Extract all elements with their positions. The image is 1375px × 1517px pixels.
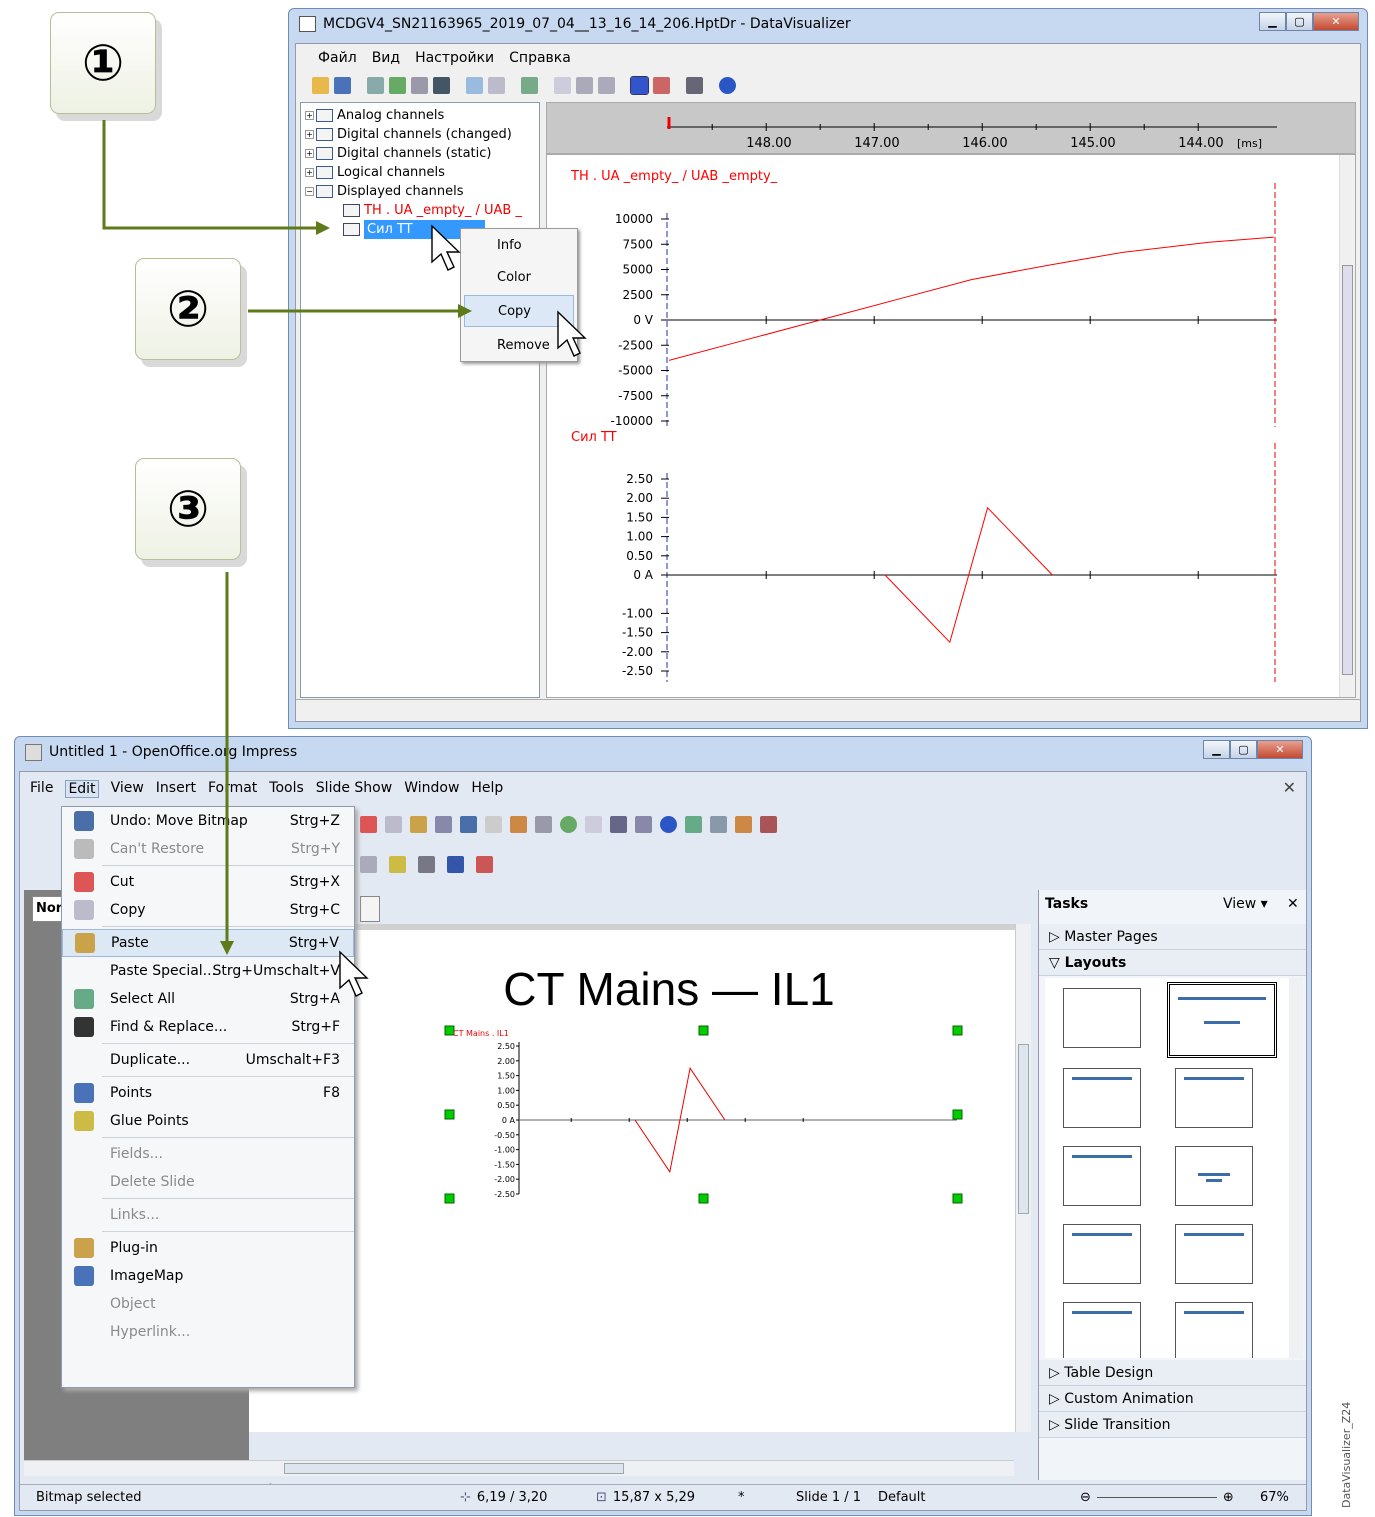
mouse-cursor-2 xyxy=(557,310,587,357)
mouse-cursor-1 xyxy=(431,224,461,271)
watermark: DataVisualizer_Z24 xyxy=(1340,1401,1353,1508)
mouse-cursor-3 xyxy=(339,950,369,997)
arrow-step-1-head xyxy=(316,221,330,235)
arrow-step-1 xyxy=(102,120,322,230)
arrow-step-2-head xyxy=(458,304,472,318)
annotation-arrows xyxy=(102,120,587,997)
arrow-step-3-head xyxy=(220,941,234,955)
